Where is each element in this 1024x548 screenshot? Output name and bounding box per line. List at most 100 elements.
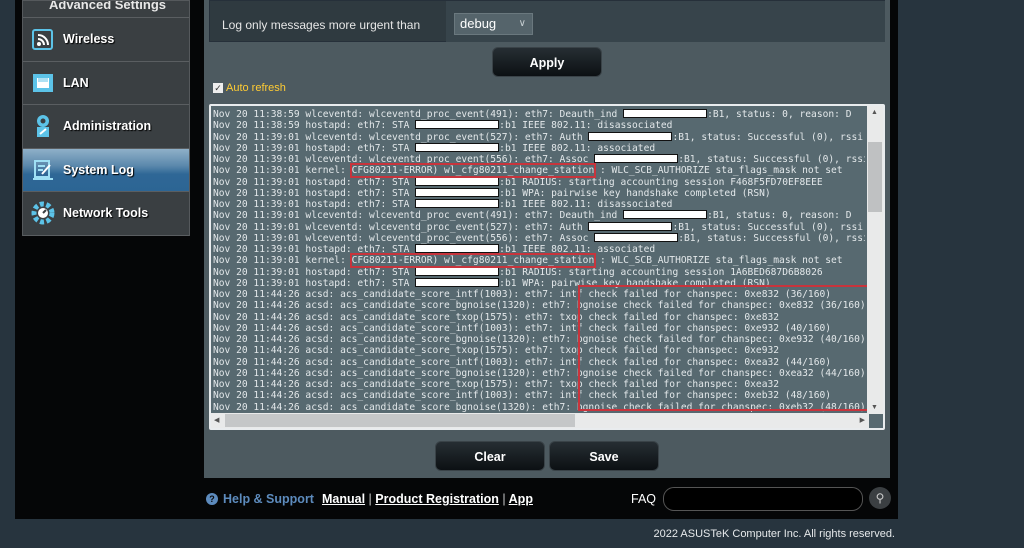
vertical-scrollbar[interactable]: ▲ ▼: [867, 106, 883, 414]
highlighted-error: CFG80211-ERROR) wl_cfg80211_change_stati…: [349, 253, 597, 269]
log-text: Nov 20 11:39:01 hostapd: eth7: STA: [213, 277, 416, 289]
highlighted-error: CFG80211-ERROR) wl_cfg80211_change_stati…: [349, 163, 597, 179]
horizontal-scroll-thumb[interactable]: [225, 414, 575, 427]
scroll-right-icon[interactable]: ▶: [860, 416, 865, 424]
save-button[interactable]: Save: [549, 441, 659, 471]
redacted-mac: [588, 131, 673, 141]
log-text: Nov 20 11:39:01 wlceventd: wlceventd_pro…: [213, 221, 589, 233]
redacted-mac: [415, 277, 500, 287]
manual-link[interactable]: Manual: [322, 492, 365, 506]
sidebar-heading: Advanced Settings: [23, 1, 189, 18]
log-text: :B1, status: Successful (0), rssi: [678, 232, 865, 244]
help-support-link[interactable]: ? Help & Support: [206, 492, 314, 506]
log-level-row: Log only messages more urgent than debug…: [209, 0, 885, 42]
copyright: 2022 ASUSTeK Computer Inc. All rights re…: [653, 528, 895, 540]
sidebar-item-label: Network Tools: [63, 206, 149, 221]
log-text: Nov 20 11:39:01 hostapd: eth7: STA: [213, 142, 416, 154]
redacted-mac: [415, 176, 500, 186]
log-line: Nov 20 11:38:59 wlceventd: wlceventd_pro…: [213, 109, 865, 120]
log-text: Nov 20 11:39:01 kernel:: [213, 255, 352, 267]
highlight-box: [578, 285, 874, 411]
log-text: :b1 RADIUS: starting accounting session …: [499, 176, 823, 188]
log-line: Nov 20 11:39:01 wlceventd: wlceventd_pro…: [213, 131, 865, 143]
log-line: Nov 20 11:39:01 wlceventd: wlceventd_pro…: [213, 210, 865, 221]
redacted-mac: [623, 210, 708, 220]
log-text: Nov 20 11:39:01 hostapd: eth7: STA: [213, 199, 416, 210]
log-text: Nov 20 11:39:01 wlceventd: wlceventd_pro…: [213, 232, 595, 244]
log-text: :b1 IEEE 802.11: disassociated: [499, 199, 673, 210]
log-text: :B1, status: 0, reason: D: [707, 210, 852, 222]
main-panel: Log only messages more urgent than debug…: [204, 0, 890, 478]
faq-search-input[interactable]: [663, 487, 863, 511]
redacted-mac: [594, 154, 679, 163]
log-text: :B1, status: Successful (0), rssi: [678, 154, 865, 165]
log-text: Nov 20 11:39:01 wlceventd: wlceventd_pro…: [213, 154, 595, 165]
log-text: Nov 20 11:39:01 wlceventd: wlceventd_pro…: [213, 210, 624, 222]
redacted-mac: [415, 244, 500, 253]
redacted-mac: [594, 232, 679, 242]
redacted-mac: [415, 120, 500, 130]
log-line: Nov 20 11:39:01 wlceventd: wlceventd_pro…: [213, 221, 865, 233]
log-text: Nov 20 11:39:01 hostapd: eth7: STA: [213, 244, 416, 255]
log-line: Nov 20 11:39:01 hostapd: eth7: STA :b1 I…: [213, 199, 865, 210]
log-text: Nov 20 11:38:59 hostapd: eth7: STA: [213, 120, 416, 132]
sidebar-item-lan[interactable]: LAN: [23, 62, 189, 105]
apply-button[interactable]: Apply: [492, 47, 602, 77]
log-line: Nov 20 11:38:59 hostapd: eth7: STA :b1 I…: [213, 120, 865, 131]
redacted-mac: [588, 221, 673, 231]
checkbox-checked-icon: ✓: [213, 83, 223, 93]
clear-button[interactable]: Clear: [435, 441, 545, 471]
log-line: Nov 20 11:39:01 hostapd: eth7: STA :b1 I…: [213, 244, 865, 255]
scroll-up-icon[interactable]: ▲: [871, 109, 878, 116]
help-icon: ?: [206, 493, 218, 505]
log-text: :B1, status: Successful (0), rssi: [672, 221, 864, 233]
log-level-select[interactable]: debug ∨: [454, 13, 533, 35]
faq-label: FAQ: [631, 492, 657, 506]
redacted-mac: [415, 187, 500, 197]
redacted-mac: [415, 142, 500, 152]
system-log-icon: [31, 158, 55, 182]
scroll-left-icon[interactable]: ◀: [214, 416, 219, 424]
sidebar-item-label: Wireless: [63, 32, 115, 47]
sidebar-item-administration[interactable]: Administration: [23, 105, 189, 149]
product-registration-link[interactable]: Product Registration: [375, 492, 499, 506]
help-label: Help & Support: [223, 492, 314, 506]
sidebar-item-system-log[interactable]: System Log: [23, 148, 189, 192]
network-tools-icon: [31, 201, 55, 225]
vertical-scroll-thumb[interactable]: [868, 142, 882, 212]
sidebar-item-label: System Log: [63, 162, 134, 177]
log-text: :b1 IEEE 802.11: associated: [499, 142, 656, 154]
sidebar-item-network-tools[interactable]: Network Tools: [23, 192, 189, 236]
log-line: Nov 20 11:39:01 hostapd: eth7: STA :b1 R…: [213, 176, 865, 188]
sidebar: Advanced Settings Wireless LAN Administr…: [22, 0, 190, 236]
sidebar-item-wireless[interactable]: Wireless: [23, 18, 189, 62]
log-line: Nov 20 11:39:01 hostapd: eth7: STA :b1 W…: [213, 187, 865, 199]
system-log-textarea[interactable]: Nov 20 11:38:59 wlceventd: wlceventd_pro…: [209, 104, 885, 430]
horizontal-scrollbar[interactable]: ◀ ▶: [211, 413, 869, 428]
auto-refresh-label: Auto refresh: [226, 82, 286, 94]
app-link[interactable]: App: [509, 492, 533, 506]
log-line: Nov 20 11:39:01 kernel: CFG80211-ERROR) …: [213, 253, 865, 269]
search-icon[interactable]: ⚲: [869, 487, 891, 509]
log-text: Nov 20 11:39:01 kernel:: [213, 165, 352, 177]
log-text: : WLC_SCB_AUTHORIZE sta_flags_mask not s…: [594, 255, 843, 267]
log-line: Nov 20 11:39:01 kernel: CFG80211-ERROR) …: [213, 163, 865, 179]
log-line: Nov 20 11:39:01 wlceventd: wlceventd_pro…: [213, 154, 865, 165]
log-level-value: debug: [460, 16, 497, 31]
redacted-mac: [415, 266, 500, 276]
lan-icon: [31, 71, 55, 95]
auto-refresh-checkbox[interactable]: ✓ Auto refresh: [213, 82, 286, 94]
log-text: Nov 20 11:38:59 wlceventd: wlceventd_pro…: [213, 109, 624, 120]
log-text: :b1 IEEE 802.11: disassociated: [499, 120, 673, 132]
log-text: Nov 20 11:39:01 wlceventd: wlceventd_pro…: [213, 131, 589, 143]
sidebar-item-label: LAN: [63, 75, 89, 90]
scroll-down-icon[interactable]: ▼: [871, 404, 878, 411]
log-text: Nov 20 11:39:01 hostapd: eth7: STA: [213, 266, 416, 278]
log-text: Nov 20 11:39:01 hostapd: eth7: STA: [213, 187, 416, 199]
log-line: Nov 20 11:39:01 wlceventd: wlceventd_pro…: [213, 232, 865, 244]
log-line: Nov 20 11:39:01 hostapd: eth7: STA :b1 I…: [213, 142, 865, 154]
log-text: : WLC_SCB_AUTHORIZE sta_flags_mask not s…: [594, 165, 843, 177]
log-text: :B1, status: Successful (0), rssi: [672, 131, 864, 143]
chevron-down-icon: ∨: [518, 18, 526, 29]
redacted-mac: [415, 199, 500, 208]
